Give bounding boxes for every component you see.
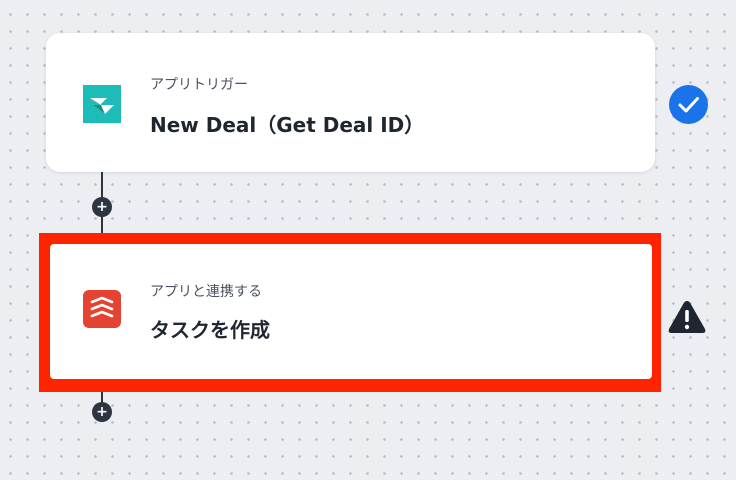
deal-app-logo-icon [83,85,121,123]
workflow-canvas: + + アプリトリガー New Deal（Get Deal ID） アプリと連携… [0,0,736,480]
check-circle-icon [669,85,708,124]
step-type-label: アプリと連携する [150,284,262,300]
step-type-label: アプリトリガー [150,77,248,93]
warning-triangle-icon [668,301,706,333]
todoist-logo-icon [83,290,121,328]
add-step-button[interactable]: + [92,402,112,422]
step-title: New Deal（Get Deal ID） [150,113,425,137]
step-title: タスクを作成 [150,318,270,342]
action-step-card[interactable]: アプリと連携する タスクを作成 [50,244,652,379]
add-step-button[interactable]: + [92,197,112,217]
trigger-step-card[interactable]: アプリトリガー New Deal（Get Deal ID） [46,33,655,172]
